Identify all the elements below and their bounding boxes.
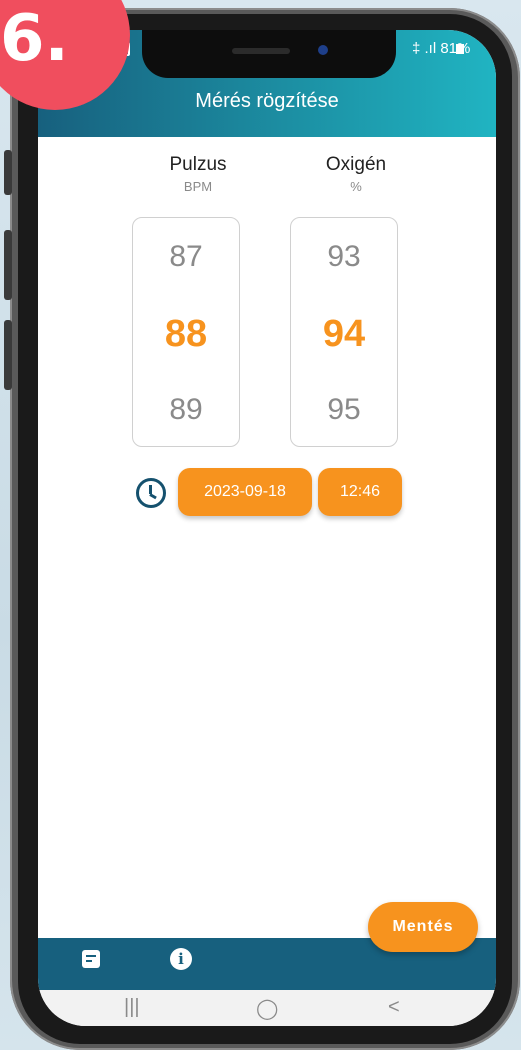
step-badge-text: 6. bbox=[0, 2, 69, 76]
side-button-volume-down bbox=[4, 320, 12, 390]
speaker bbox=[232, 48, 290, 54]
battery-icon bbox=[456, 44, 464, 54]
page-title: Mérés rögzítése bbox=[195, 90, 339, 112]
oxygen-picker[interactable]: 93 94 95 bbox=[290, 217, 398, 447]
pulse-picker[interactable]: 87 88 89 bbox=[132, 217, 240, 447]
date-button[interactable]: 2023-09-18 bbox=[178, 468, 312, 516]
info-icon[interactable]: i bbox=[170, 948, 192, 970]
pulse-header: Pulzus BPM bbox=[128, 154, 268, 194]
pulse-next-value[interactable]: 89 bbox=[133, 393, 239, 427]
clock-icon bbox=[136, 478, 166, 508]
home-button[interactable]: ◯ bbox=[256, 996, 278, 1021]
side-button-top bbox=[4, 150, 12, 195]
system-nav-bar: ||| ◯ < bbox=[38, 990, 496, 1026]
oxygen-header: Oxigén % bbox=[286, 154, 426, 194]
oxygen-unit: % bbox=[350, 179, 362, 194]
phone-screen: ‡ .ıl 81% ← Mérés rögzítése Pulzus BPM O… bbox=[38, 30, 496, 1026]
side-button-volume-up bbox=[4, 230, 12, 300]
oxygen-next-value[interactable]: 95 bbox=[291, 393, 397, 427]
save-button[interactable]: Mentés bbox=[368, 902, 478, 952]
pulse-unit: BPM bbox=[183, 179, 213, 194]
pulse-current-value[interactable]: 88 bbox=[133, 313, 239, 356]
back-nav-button[interactable]: < bbox=[388, 996, 400, 1019]
oxygen-label: Oxigén bbox=[325, 154, 387, 175]
recent-apps-button[interactable]: ||| bbox=[124, 996, 140, 1019]
notch bbox=[142, 30, 396, 78]
pulse-prev-value[interactable]: 87 bbox=[133, 240, 239, 274]
note-icon[interactable] bbox=[82, 950, 100, 968]
pulse-label: Pulzus bbox=[169, 154, 227, 175]
oxygen-current-value[interactable]: 94 bbox=[291, 313, 397, 356]
oxygen-prev-value[interactable]: 93 bbox=[291, 240, 397, 274]
camera bbox=[318, 45, 328, 55]
time-button[interactable]: 12:46 bbox=[318, 468, 402, 516]
